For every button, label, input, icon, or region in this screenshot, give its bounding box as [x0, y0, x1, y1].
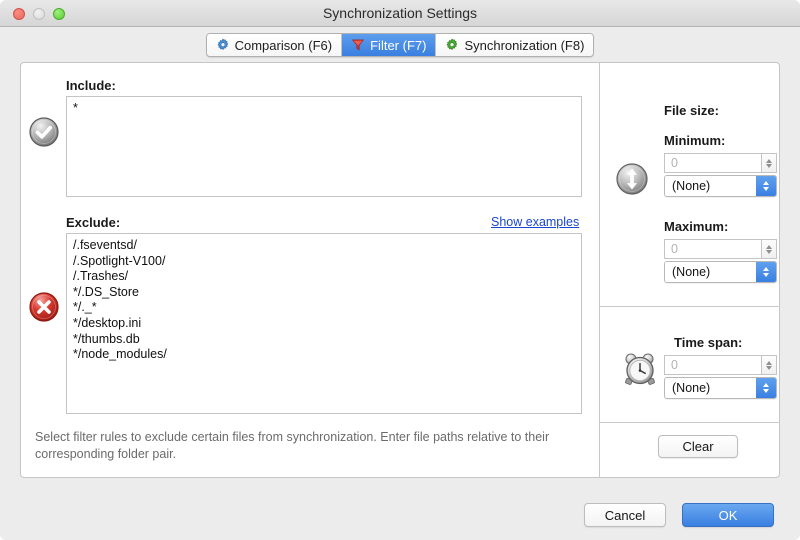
tab-bar: Comparison (F6) Filter (F7) [0, 33, 800, 57]
time-span-spinner[interactable] [761, 355, 777, 375]
maximum-size-unit-value: (None) [665, 262, 756, 282]
minimum-size-stepper [664, 153, 777, 173]
filter-rules-pane: Include: Exclude: Show examples Select f… [21, 63, 599, 477]
tab-comparison-label: Comparison (F6) [235, 38, 333, 53]
chevron-down-icon [763, 389, 769, 393]
maximum-size-unit-select[interactable]: (None) [664, 261, 777, 283]
chevron-up-icon [766, 159, 772, 163]
red-funnel-icon [351, 38, 365, 52]
chevron-down-icon [763, 187, 769, 191]
maximum-size-spinner[interactable] [761, 239, 777, 259]
minimum-size-input[interactable] [664, 153, 761, 173]
tab-group: Comparison (F6) Filter (F7) [206, 33, 595, 57]
maximum-size-unit-arrow[interactable] [756, 262, 776, 282]
alarm-clock-icon [620, 351, 660, 387]
tab-synchronization[interactable]: Synchronization (F8) [436, 34, 593, 56]
ok-button[interactable]: OK [682, 503, 774, 527]
chevron-up-icon [766, 245, 772, 249]
filter-settings-panel: Include: Exclude: Show examples Select f… [20, 62, 780, 478]
maximum-size-input[interactable] [664, 239, 761, 259]
maximum-label: Maximum: [664, 219, 728, 234]
chevron-down-icon [766, 250, 772, 254]
minimum-label: Minimum: [664, 133, 725, 148]
file-size-section-divider [600, 306, 780, 307]
filter-options-pane: File size: Minimum: (None) Maximum: [600, 63, 780, 477]
tab-synchronization-label: Synchronization (F8) [464, 38, 584, 53]
maximum-size-stepper [664, 239, 777, 259]
red-x-circle-icon [28, 291, 60, 323]
exclude-label: Exclude: [66, 215, 120, 230]
include-rules-textarea[interactable] [66, 96, 582, 197]
time-span-unit-select[interactable]: (None) [664, 377, 777, 399]
tab-filter-label: Filter (F7) [370, 38, 426, 53]
time-span-input[interactable] [664, 355, 761, 375]
file-size-title: File size: [664, 103, 719, 118]
gray-check-circle-icon [28, 116, 60, 148]
filter-hint-text: Select filter rules to exclude certain f… [35, 429, 575, 463]
gray-updown-arrow-icon [614, 161, 650, 197]
chevron-down-icon [763, 273, 769, 277]
minimum-size-unit-value: (None) [665, 176, 756, 196]
green-gear-icon [445, 38, 459, 52]
chevron-up-icon [763, 383, 769, 387]
cancel-button[interactable]: Cancel [584, 503, 666, 527]
include-label: Include: [66, 78, 116, 93]
time-span-section-divider [600, 422, 780, 423]
tab-filter[interactable]: Filter (F7) [342, 34, 436, 56]
chevron-up-icon [763, 267, 769, 271]
minimum-size-spinner[interactable] [761, 153, 777, 173]
window-title: Synchronization Settings [0, 5, 800, 21]
titlebar: Synchronization Settings [0, 0, 800, 27]
exclude-rules-textarea[interactable] [66, 233, 582, 414]
time-span-unit-value: (None) [665, 378, 756, 398]
clear-button[interactable]: Clear [658, 435, 738, 458]
time-span-unit-arrow[interactable] [756, 378, 776, 398]
chevron-down-icon [766, 164, 772, 168]
show-examples-link[interactable]: Show examples [491, 215, 579, 229]
time-span-title: Time span: [674, 335, 742, 350]
minimum-size-unit-arrow[interactable] [756, 176, 776, 196]
tab-comparison[interactable]: Comparison (F6) [207, 34, 343, 56]
chevron-down-icon [766, 366, 772, 370]
synchronization-settings-window: Synchronization Settings Comparison (F6) [0, 0, 800, 540]
chevron-up-icon [763, 181, 769, 185]
blue-gear-icon [216, 38, 230, 52]
chevron-up-icon [766, 361, 772, 365]
time-span-stepper [664, 355, 777, 375]
minimum-size-unit-select[interactable]: (None) [664, 175, 777, 197]
